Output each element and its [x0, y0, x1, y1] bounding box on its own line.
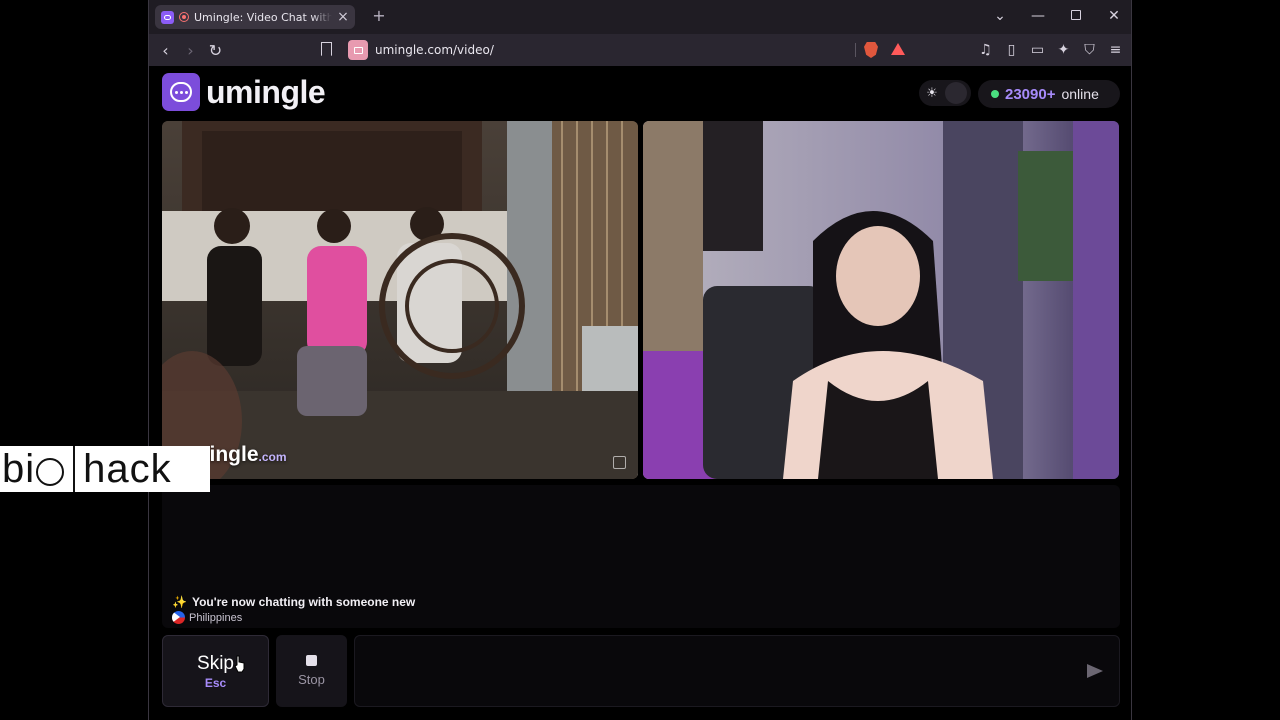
watermark-suffix: .com — [258, 450, 287, 464]
stranger-video: umingle.com — [162, 121, 638, 479]
umingle-favicon-icon — [161, 10, 174, 24]
brave-rewards-icon[interactable] — [891, 43, 905, 55]
toolbar-right-icons: ♫ ▯ ▭ ✦ ⛉ ≡ — [978, 42, 1123, 58]
online-label: online — [1061, 86, 1099, 102]
close-window-icon[interactable]: ✕ — [1105, 7, 1123, 25]
skip-shortcut: Esc — [204, 675, 227, 690]
message-input[interactable] — [369, 660, 1069, 684]
country-name: Philippines — [189, 611, 243, 624]
stop-icon — [306, 655, 317, 666]
recording-icon — [179, 12, 189, 22]
brave-shields-icon[interactable] — [864, 42, 878, 58]
system-message-text: You're now chatting with someone new — [191, 595, 416, 609]
tab-title: Umingle: Video Chat with Strangers — [194, 10, 332, 24]
vpn-icon[interactable]: ⛉ — [1082, 42, 1097, 58]
logo-text: umingle — [206, 73, 326, 110]
brand-divider — [73, 446, 76, 492]
menu-icon[interactable]: ≡ — [1108, 42, 1123, 58]
screen: Umingle: Video Chat with Strangers × + ⌄… — [0, 0, 1280, 720]
browser-toolbar: ‹ › ↻ umingle.com/video/ ♫ ▯ ▭ ✦ ⛉ ≡ — [149, 34, 1131, 66]
new-tab-button[interactable]: + — [369, 6, 389, 25]
biohack-watermark: bi hack — [0, 446, 210, 492]
page-content: umingle ☀ 23090+ online umingle.com ✨ Yo… — [149, 66, 1131, 720]
tab-bar: Umingle: Video Chat with Strangers × + ⌄… — [149, 0, 1131, 34]
message-box — [354, 635, 1120, 707]
stranger-video-frame — [162, 121, 638, 479]
system-message: ✨ You're now chatting with someone new — [172, 595, 415, 609]
forward-icon[interactable]: › — [178, 41, 203, 60]
brand-right: hack — [83, 446, 172, 491]
skip-button[interactable]: Skip Esc — [162, 635, 269, 707]
stop-label: Stop — [298, 672, 325, 687]
theme-toggle[interactable]: ☀ — [919, 80, 971, 106]
brand-left: bi — [2, 446, 36, 491]
mouse-cursor-icon — [234, 655, 245, 673]
online-counter: 23090+ online — [978, 80, 1120, 108]
back-icon[interactable]: ‹ — [153, 41, 178, 60]
brand-o-icon — [36, 458, 65, 486]
browser-window: Umingle: Video Chat with Strangers × + ⌄… — [148, 0, 1132, 720]
umingle-logo[interactable]: umingle — [162, 73, 326, 111]
self-video — [643, 121, 1119, 479]
tab-search-icon[interactable]: ⌄ — [991, 7, 1009, 25]
chat-log: ✨ You're now chatting with someone new P… — [162, 485, 1120, 628]
philippines-flag-icon — [172, 611, 185, 624]
tab-close-icon[interactable]: × — [337, 10, 349, 24]
address-bar[interactable]: umingle.com/video/ — [375, 43, 494, 57]
sidebar-icon[interactable]: ▯ — [1004, 42, 1019, 58]
minimize-icon[interactable]: — — [1029, 7, 1047, 25]
chat-bubble-icon — [162, 73, 200, 111]
self-video-frame — [643, 121, 1119, 479]
skip-label: Skip — [197, 652, 234, 674]
stranger-country: Philippines — [172, 611, 242, 624]
sparkles-icon: ✨ — [172, 595, 187, 609]
wallet-icon[interactable]: ▭ — [1030, 42, 1045, 58]
window-controls: ⌄ — ✕ — [991, 7, 1123, 25]
music-icon[interactable]: ♫ — [978, 42, 993, 58]
toggle-knob — [945, 82, 967, 104]
stop-button[interactable]: Stop — [276, 635, 347, 707]
toolbar-divider — [855, 43, 856, 57]
camera-permission-icon[interactable] — [348, 40, 368, 60]
report-flag-icon[interactable] — [613, 456, 626, 469]
leo-ai-icon[interactable]: ✦ — [1056, 42, 1071, 58]
online-count: 23090+ — [1005, 85, 1056, 103]
tab-umingle[interactable]: Umingle: Video Chat with Strangers × — [155, 5, 355, 29]
online-status-dot — [991, 90, 999, 98]
reload-icon[interactable]: ↻ — [203, 41, 228, 60]
bookmark-icon[interactable] — [321, 42, 332, 56]
sun-icon: ☀ — [926, 85, 938, 101]
maximize-icon[interactable] — [1067, 7, 1085, 25]
send-icon[interactable] — [1087, 664, 1103, 678]
